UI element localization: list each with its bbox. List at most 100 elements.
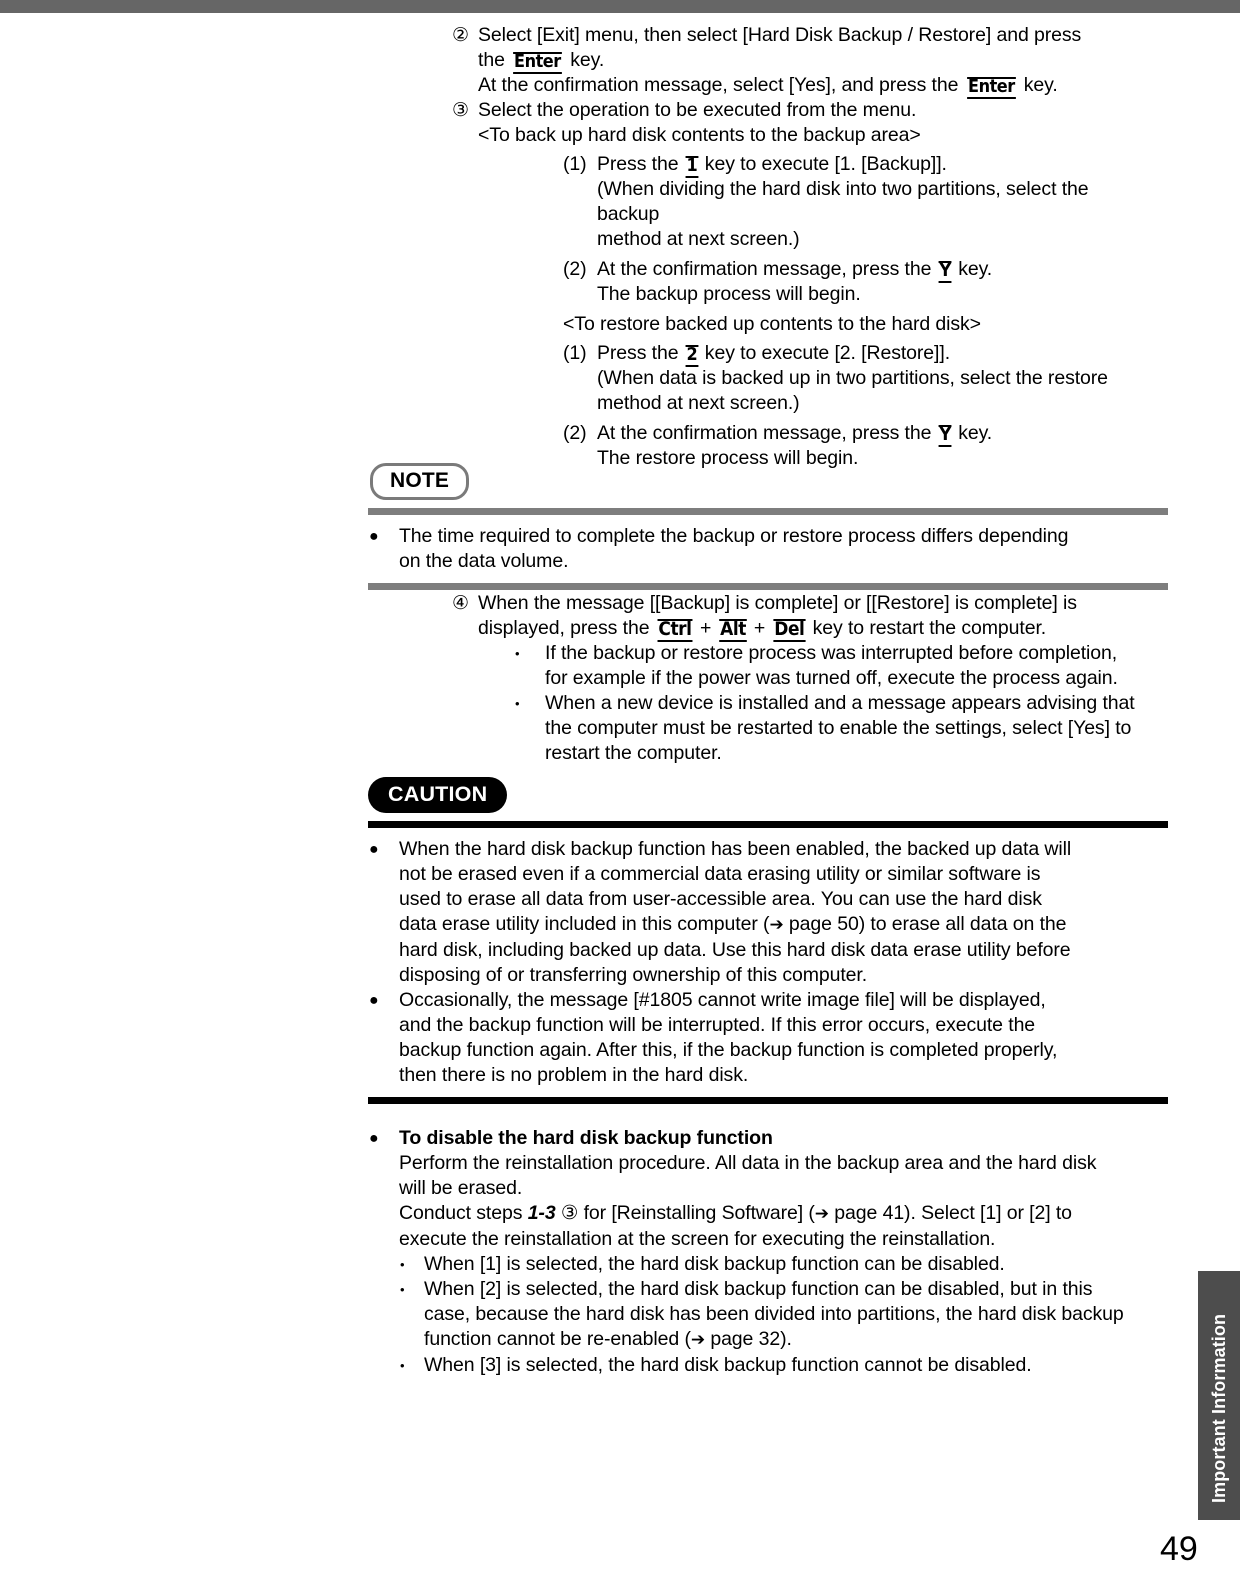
note-rule-bottom [368,583,1168,590]
step-4-marker: ④ [452,593,469,614]
disable-bullet-2-line-1: When [2] is selected, the hard disk back… [424,1278,1093,1300]
backup-substep-1-line-3: method at next screen.) [597,228,800,250]
key-y: Y [938,261,952,283]
note-bullet-1-line-1: The time required to complete the backup… [399,525,1069,547]
disable-section-heading: To disable the hard disk backup function [399,1127,773,1149]
step-2-line-1: Select [Exit] menu, then select [Hard Di… [478,24,1082,46]
disable-section-sub-bullets: • When [1] is selected, the hard disk ba… [399,1252,1168,1378]
step-3-angle-heading-2: <To restore backed up contents to the ha… [563,313,981,335]
key-del: Del [772,619,805,642]
restore-substeps: (1) Press the 2 key to execute [2. [Rest… [563,341,1152,471]
top-gray-band [0,0,1240,13]
step-2-line-2: the Enter key. [478,49,605,74]
step-2-marker: ② [452,25,469,46]
step-2: ② Select [Exit] menu, then select [Hard … [452,23,1152,99]
key-ctrl: Ctrl [657,619,693,642]
caution-bullet-1-line-6: disposing of or transferring ownership o… [399,964,868,986]
caution-bullet-2-line-2: and the backup function will be interrup… [399,1014,1036,1036]
caution-bullet-1-line-5: hard disk, including backed up data. Use… [399,939,1071,961]
backup-substep-2-line-1: At the confirmation message, press the Y… [597,258,993,283]
caution-bullet-2-line-1: Occasionally, the message [#1805 cannot … [399,989,1046,1011]
bullet-dot-icon: • [400,1257,405,1272]
step-4: ④ When the message [[Backup] is complete… [452,591,1152,766]
step-4-line-2: displayed, press the Ctrl + Alt + Del ke… [478,617,1047,642]
backup-substep-2-line-2: The backup process will begin. [597,283,861,305]
disable-section-line-1: Perform the reinstallation procedure. Al… [399,1152,1097,1174]
note-content: ● The time required to complete the back… [368,515,1168,583]
step-4-line-1: When the message [[Backup] is complete] … [478,592,1077,614]
restore-substep-1: (1) Press the 2 key to execute [2. [Rest… [563,341,1152,416]
caution-bullet-2-line-4: then there is no problem in the hard dis… [399,1064,749,1086]
disable-bullet-2-line-3: function cannot be re-enabled (➔ page 32… [424,1328,792,1350]
backup-substep-1-line-2: (When dividing the hard disk into two pa… [597,178,1089,225]
key-alt: Alt [718,619,747,642]
restore-substep-1-line-1: Press the 2 key to execute [2. [Restore]… [597,342,951,367]
caution-rule-top [368,821,1168,828]
backup-substep-2-marker: (2) [563,258,587,280]
note-box: NOTE ● The time required to complete the… [368,463,1168,590]
step-4-body: When the message [[Backup] is complete] … [478,591,1152,766]
step-4-bullet-1-line-2: for example if the power was turned off,… [545,667,1118,689]
section-side-tab: Important Information [1198,1271,1240,1520]
caution-box: CAUTION ● When the hard disk backup func… [368,777,1168,1104]
step-4-block: ④ When the message [[Backup] is complete… [452,591,1152,766]
restore-substep-1-line-2: (When data is backed up in two partition… [597,367,1108,389]
step-4-bullet-2-line-2: the computer must be restarted to enable… [545,717,1132,739]
restore-substep-1-marker: (1) [563,342,587,364]
key-enter: Enter [966,77,1016,99]
arrow-right-icon: ➔ [814,1204,829,1224]
step-2-body: Select [Exit] menu, then select [Hard Di… [478,23,1152,99]
step-4-bullets: • If the backup or restore process was i… [514,641,1152,766]
backup-substep-1-line-1: Press the 1 key to execute [1. [Backup]]… [597,153,947,178]
step-3-marker: ③ [452,100,469,121]
caution-bullet-1-line-1: When the hard disk backup function has b… [399,838,1072,860]
step-4-bullet-2-line-1: When a new device is installed and a mes… [545,692,1135,714]
step-3-angle-heading-1: <To back up hard disk contents to the ba… [478,124,921,146]
arrow-right-icon: ➔ [769,915,784,935]
disable-section-line-3: Conduct steps 1-3 ③ for [Reinstalling So… [399,1202,1072,1224]
step-3-line-1: Select the operation to be executed from… [478,99,917,121]
disable-bullet-1: • When [1] is selected, the hard disk ba… [399,1252,1168,1277]
disable-section-bullet: ● To disable the hard disk backup functi… [368,1126,1168,1378]
caution-bullet-1-line-4: data erase utility included in this comp… [399,913,1067,935]
restore-substep-1-line-3: method at next screen.) [597,392,800,414]
restore-substep-2-line-1: At the confirmation message, press the Y… [597,422,993,447]
step-3: ③ Select the operation to be executed fr… [452,98,1152,476]
bullet-dot-icon: ● [369,992,379,1009]
bullet-dot-icon: • [515,646,520,661]
bullet-dot-icon: • [515,696,520,711]
bullet-dot-icon: ● [369,528,379,545]
bullet-dot-icon: ● [369,841,379,858]
backup-substep-2: (2) At the confirmation message, press t… [563,257,1152,307]
caution-bullet-1-line-3: used to erase all data from user-accessi… [399,888,1042,910]
note-bullet-1: ● The time required to complete the back… [368,524,1168,574]
note-rule-top [368,508,1168,515]
disable-bullet-2-line-2: case, because the hard disk has been div… [424,1303,1124,1325]
restore-substep-2-marker: (2) [563,422,587,444]
bullet-dot-icon: ● [369,1130,379,1147]
page-number: 49 [1160,1530,1198,1568]
step-4-bullet-2-line-3: restart the computer. [545,742,722,764]
key-1: 1 [685,156,698,178]
section-side-tab-label: Important Information [1209,1313,1229,1503]
backup-substep-1: (1) Press the 1 key to execute [1. [Back… [563,152,1152,252]
disable-bullet-1-line-1: When [1] is selected, the hard disk back… [424,1253,1005,1275]
disable-bullet-2: • When [2] is selected, the hard disk ba… [399,1277,1168,1353]
disable-section-line-4: execute the reinstallation at the screen… [399,1228,996,1250]
backup-substeps: (1) Press the 1 key to execute [1. [Back… [563,152,1152,307]
step-3-body: Select the operation to be executed from… [478,98,1152,476]
numbered-steps-block: ② Select [Exit] menu, then select [Hard … [452,23,1152,476]
disable-bullet-3-line-1: When [3] is selected, the hard disk back… [424,1354,1032,1376]
caution-bullet-2-line-3: backup function again. After this, if th… [399,1039,1058,1061]
step-4-bullet-1-line-1: If the backup or restore process was int… [545,642,1118,664]
bullet-dot-icon: • [400,1358,405,1373]
step-4-bullet-2: • When a new device is installed and a m… [514,691,1152,766]
caution-badge: CAUTION [368,777,508,813]
disable-section-line-2: will be erased. [399,1177,523,1199]
key-enter: Enter [513,52,562,74]
disable-backup-section: ● To disable the hard disk backup functi… [368,1126,1168,1378]
caution-content: ● When the hard disk backup function has… [368,828,1168,1097]
caution-bullet-1-line-2: not be erased even if a commercial data … [399,863,1041,885]
disable-bullet-3: • When [3] is selected, the hard disk ba… [399,1353,1168,1378]
key-y: Y [938,425,952,447]
